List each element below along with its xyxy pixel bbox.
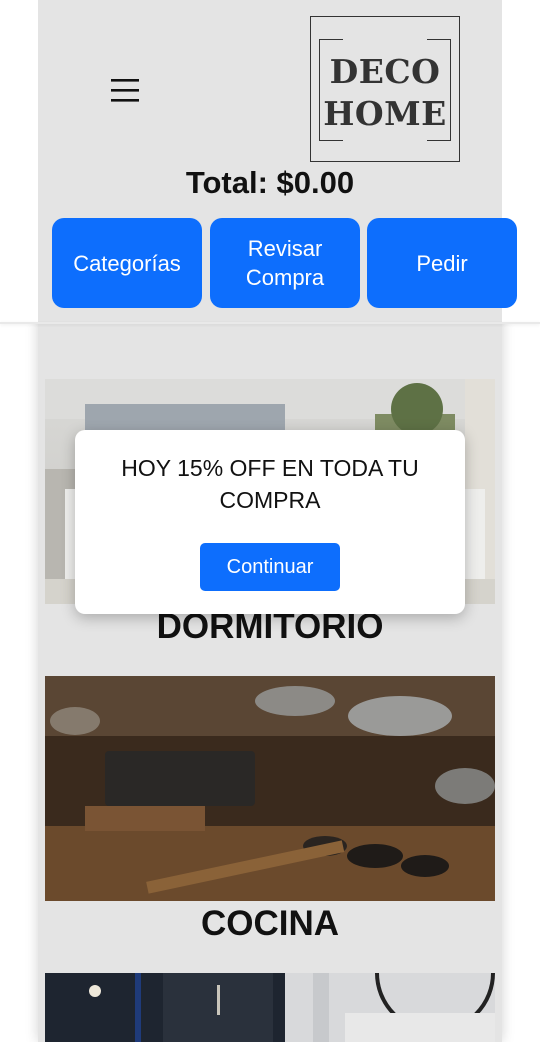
revisar-compra-label-line2: Compra bbox=[245, 265, 325, 290]
cart-total: Total: $0.00 bbox=[185, 165, 355, 200]
revisar-compra-label-line1: Revisar bbox=[247, 236, 323, 261]
category-image-3[interactable] bbox=[45, 973, 495, 1042]
categorias-button[interactable]: Categorías bbox=[52, 218, 202, 308]
app-page: DECO HOME Total: $0.00 Categorías Revisa… bbox=[0, 0, 540, 1042]
revisar-compra-button[interactable]: Revisar Compra bbox=[210, 218, 360, 308]
pedir-button[interactable]: Pedir bbox=[367, 218, 517, 308]
continuar-button[interactable]: Continuar bbox=[200, 543, 340, 591]
categorias-button-label: Categorías bbox=[73, 250, 181, 276]
header-divider bbox=[0, 322, 540, 324]
pedir-button-label: Pedir bbox=[416, 250, 468, 276]
cocina-title: COCINA bbox=[200, 904, 340, 943]
logo-line-1: DECO bbox=[329, 52, 441, 91]
hamburger-menu-icon[interactable] bbox=[106, 72, 144, 108]
deco-home-logo[interactable]: DECO HOME bbox=[310, 16, 460, 162]
header: DECO HOME Total: $0.00 Categorías Revisa… bbox=[0, 0, 540, 324]
cocina-image[interactable] bbox=[45, 676, 495, 901]
promo-modal: HOY 15% OFF EN TODA TU COMPRA Continuar bbox=[75, 430, 465, 614]
promo-message: HOY 15% OFF EN TODA TU COMPRA bbox=[121, 455, 419, 513]
logo-line-2: HOME bbox=[323, 94, 447, 133]
